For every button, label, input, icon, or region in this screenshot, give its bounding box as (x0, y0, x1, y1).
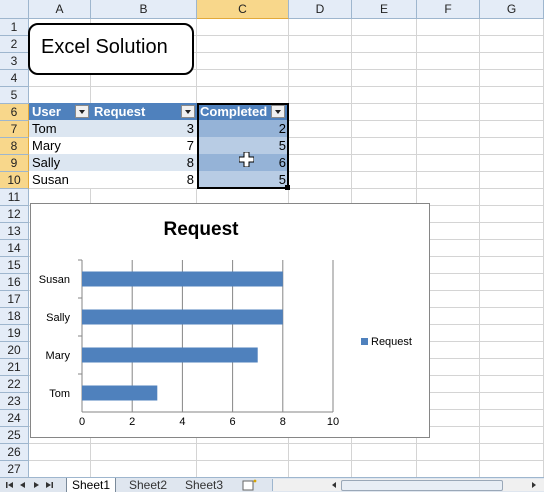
first-sheet-icon[interactable] (5, 480, 15, 490)
category-label: Sally (46, 312, 70, 324)
header-label: User (32, 104, 61, 119)
table-cell-user[interactable]: Sally (29, 154, 91, 171)
filter-dropdown-icon[interactable] (75, 105, 89, 118)
column-header-g[interactable]: G (480, 0, 544, 19)
next-sheet-icon[interactable] (31, 480, 41, 490)
row-header-5[interactable]: 5 (0, 87, 29, 104)
row-header-9[interactable]: 9 (0, 155, 29, 172)
column-header-c[interactable]: C (197, 0, 289, 19)
row-header-6[interactable]: 6 (0, 104, 29, 121)
row-header-3[interactable]: 3 (0, 53, 29, 70)
x-tick-label: 6 (230, 416, 236, 428)
spreadsheet: ABCDEFG 1 2 3 4 5 6 7 8 9 10 11 12 13 14 15 16 17 18 19 20 2… (0, 0, 544, 492)
x-tick-label: 4 (179, 416, 185, 428)
scroll-thumb[interactable] (341, 480, 503, 491)
row-header-2[interactable]: 2 (0, 36, 29, 53)
bar-chart[interactable]: Request 0 2 4 6 8 10 Tom Mary Sally Susan Request (30, 203, 430, 438)
gridline (29, 86, 544, 87)
insert-sheet-icon[interactable] (240, 479, 260, 491)
gridline (29, 460, 544, 461)
prev-sheet-icon[interactable] (18, 480, 28, 490)
row-header-11[interactable]: 11 (0, 189, 29, 206)
row-header-10[interactable]: 10 (0, 172, 29, 189)
x-tick-label: 2 (129, 416, 135, 428)
category-label: Susan (39, 274, 70, 286)
row-header-14[interactable]: 14 (0, 240, 29, 257)
row-header-23[interactable]: 23 (0, 393, 29, 410)
column-header-a[interactable]: A (29, 0, 91, 19)
table-cell-request[interactable]: 8 (91, 154, 197, 171)
column-header-f[interactable]: F (417, 0, 480, 19)
scroll-left-icon[interactable] (329, 480, 339, 490)
table-cell-request[interactable]: 7 (91, 137, 197, 154)
title-textbox[interactable]: Excel Solution (28, 23, 194, 75)
x-tick-label: 0 (79, 416, 85, 428)
column-header-e[interactable]: E (352, 0, 417, 19)
row-header-18[interactable]: 18 (0, 308, 29, 325)
last-sheet-icon[interactable] (44, 480, 54, 490)
category-label: Mary (46, 350, 71, 362)
header-label: Request (94, 104, 146, 119)
row-header-24[interactable]: 24 (0, 410, 29, 427)
row-header-12[interactable]: 12 (0, 206, 29, 223)
scroll-right-icon[interactable] (529, 480, 539, 490)
chart-title: Request (164, 219, 240, 240)
category-label: Tom (49, 388, 70, 400)
horizontal-scrollbar[interactable] (272, 479, 544, 491)
legend-label: Request (371, 336, 412, 348)
row-header-19[interactable]: 19 (0, 325, 29, 342)
selection-outline (197, 103, 289, 189)
table-cell-user[interactable]: Tom (29, 120, 91, 137)
table-cell-request[interactable]: 3 (91, 120, 197, 137)
row-header-15[interactable]: 15 (0, 257, 29, 274)
row-header-25[interactable]: 25 (0, 427, 29, 444)
row-header-13[interactable]: 13 (0, 223, 29, 240)
chart-bar (82, 309, 283, 325)
table-header-user[interactable]: User (29, 103, 91, 120)
legend-swatch (361, 338, 368, 345)
row-header-7[interactable]: 7 (0, 121, 29, 138)
row-header-26[interactable]: 26 (0, 444, 29, 461)
row-header-27[interactable]: 27 (0, 461, 29, 478)
row-header-4[interactable]: 4 (0, 70, 29, 87)
chart-bar (82, 347, 258, 363)
column-header-b[interactable]: B (91, 0, 197, 19)
chart-canvas: Request 0 2 4 6 8 10 Tom Mary Sally Susan Request (39, 219, 412, 428)
tab-sheet3[interactable]: Sheet3 (180, 478, 228, 492)
gridline (29, 443, 544, 444)
table-cell-user[interactable]: Mary (29, 137, 91, 154)
chart-bar (82, 385, 158, 401)
row-header-8[interactable]: 8 (0, 138, 29, 155)
table-cell-user[interactable]: Susan (29, 171, 91, 188)
row-header-1[interactable]: 1 (0, 19, 29, 36)
column-header-d[interactable]: D (289, 0, 352, 19)
table-header-request[interactable]: Request (91, 103, 197, 120)
row-header-22[interactable]: 22 (0, 376, 29, 393)
cell-cursor-icon (239, 152, 254, 167)
row-header-16[interactable]: 16 (0, 274, 29, 291)
tab-sheet1[interactable]: Sheet1 (66, 478, 117, 492)
x-tick-label: 8 (280, 416, 286, 428)
filter-dropdown-icon[interactable] (181, 105, 195, 118)
sheet-tab-bar: Sheet1 Sheet2 Sheet3 (0, 477, 544, 492)
x-tick-label: 10 (327, 416, 339, 428)
row-header-21[interactable]: 21 (0, 359, 29, 376)
tab-sheet2[interactable]: Sheet2 (124, 478, 172, 492)
chart-bar (82, 271, 283, 287)
row-header-20[interactable]: 20 (0, 342, 29, 359)
table-cell-request[interactable]: 8 (91, 171, 197, 188)
fill-handle[interactable] (285, 185, 290, 190)
row-header-17[interactable]: 17 (0, 291, 29, 308)
select-all-corner[interactable] (0, 0, 29, 19)
